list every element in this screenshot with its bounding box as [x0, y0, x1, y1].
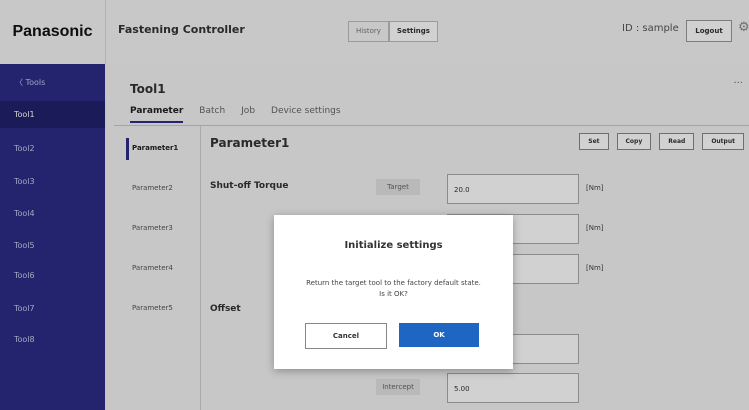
cancel-button[interactable]: Cancel	[305, 323, 387, 349]
dialog-message: Return the target tool to the factory de…	[274, 278, 513, 300]
dialog-message-line1: Return the target tool to the factory de…	[306, 279, 481, 287]
dialog-title: Initialize settings	[344, 240, 443, 251]
initialize-dialog: Initialize settings Return the target to…	[274, 215, 513, 369]
ok-button[interactable]: OK	[399, 323, 479, 347]
dialog-message-line2: Is it OK?	[379, 290, 408, 298]
